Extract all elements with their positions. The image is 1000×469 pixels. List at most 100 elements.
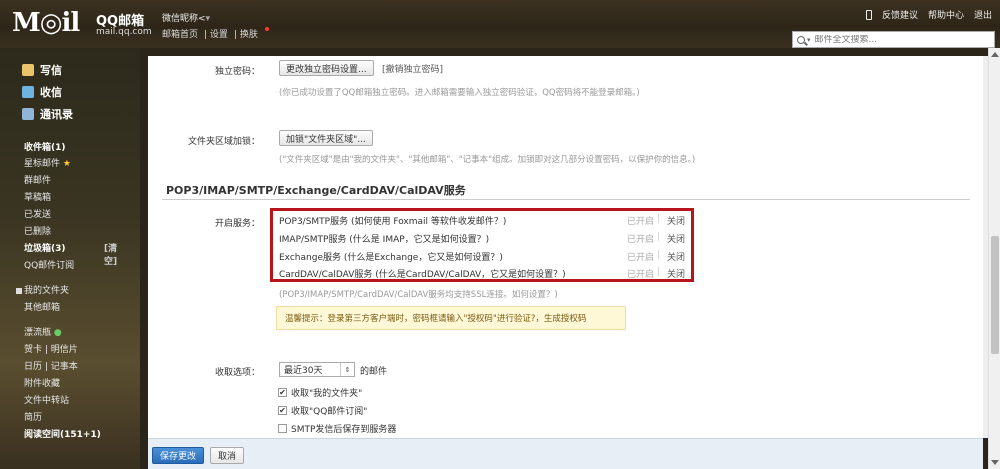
watermark-logo: Bai经验 xyxy=(760,383,879,418)
sidebar-item-group[interactable]: 群邮件 xyxy=(24,173,51,186)
skin-link[interactable]: 换肤 xyxy=(240,27,275,40)
section-divider xyxy=(162,199,970,200)
sidebar-item-calendar[interactable]: 日历 | 记事本 xyxy=(24,359,78,372)
folder-lock-label: 文件夹区域加锁： xyxy=(187,137,260,147)
sidebar-item-other-mailbox[interactable]: 其他邮箱 xyxy=(24,300,60,313)
logo-domain: mail.qq.com xyxy=(96,27,152,37)
service-status: 已开启 xyxy=(627,270,655,280)
sidebar-item-sent[interactable]: 已发送 xyxy=(24,207,51,220)
pencil-icon xyxy=(22,64,34,76)
sidebar-item-resume[interactable]: 简历 xyxy=(24,410,42,423)
sidebar: 写信 收信 通讯录 收件箱(1) 星标邮件 ★ 群邮件 草稿箱 已发送 已删除 … xyxy=(0,48,140,469)
sidebar-item-drift-bottle[interactable]: 漂流瓶 ● xyxy=(24,325,62,338)
check-subscription[interactable]: ✔ 收取"QQ邮件订阅" xyxy=(278,404,367,417)
contacts-label: 通讯录 xyxy=(40,108,73,121)
sidebar-item-reading[interactable]: 阅读空间(151+1) xyxy=(24,427,101,440)
top-right-links: 反馈建议 帮助中心 退出 xyxy=(865,8,992,21)
change-password-button[interactable]: 更改独立密码设置... xyxy=(279,60,374,76)
service-status: 已开启 xyxy=(627,217,655,227)
user-links: 邮箱首页 | 设置 | 换肤 xyxy=(162,27,281,40)
action-bar: 保存更改 取消 xyxy=(148,438,983,469)
service-close-link[interactable]: 关闭 xyxy=(667,214,685,227)
service-close-link[interactable]: 关闭 xyxy=(667,232,685,245)
search-box[interactable]: ▾ xyxy=(792,31,995,48)
service-close-link[interactable]: 关闭 xyxy=(667,267,685,280)
logout-link[interactable]: 退出 xyxy=(974,8,992,21)
scroll-thumb[interactable] xyxy=(991,236,999,354)
compose-button[interactable]: 写信 xyxy=(22,62,62,78)
check-smtp-save[interactable]: SMTP发信后保存到服务器 xyxy=(278,422,396,435)
home-link[interactable]: 邮箱首页 xyxy=(162,30,198,40)
phone-icon[interactable] xyxy=(865,9,872,20)
window-scrollbar[interactable] xyxy=(988,48,1000,469)
receive-period-select[interactable]: 最近30天 ⇕ xyxy=(279,362,355,377)
ssl-hint[interactable]: (POP3/IMAP/SMTP/CardDAV/CalDAV服务均支持SSL连接… xyxy=(279,288,558,300)
sidebar-item-spam[interactable]: 垃圾箱(3) [清空] xyxy=(24,241,117,267)
watermark-url: jingyan.baidu.com xyxy=(766,417,886,432)
revoke-password-link[interactable]: [撤销独立密码] xyxy=(382,62,443,75)
drop-icon: ● xyxy=(53,328,62,338)
folder-lock-button[interactable]: 加锁"文件夹区域"... xyxy=(279,130,373,146)
updown-arrow-icon[interactable]: ⇕ xyxy=(340,363,354,376)
sidebar-item-drafts[interactable]: 草稿箱 xyxy=(24,190,51,203)
mail-logo[interactable]: M◎il xyxy=(12,8,80,38)
services-highlight-box: POP3/SMTP服务 (如何使用 Foxmail 等软件收发邮件？) 已开启 … xyxy=(270,208,694,282)
inbox-icon xyxy=(22,86,34,98)
help-link[interactable]: 帮助中心 xyxy=(928,8,964,21)
save-button[interactable]: 保存更改 xyxy=(152,447,205,464)
scroll-up-icon[interactable] xyxy=(991,52,999,57)
select-value: 最近30天 xyxy=(284,366,323,376)
separator: | xyxy=(657,267,661,277)
check-my-folders[interactable]: ✔ 收取"我的文件夹" xyxy=(278,386,362,399)
checkbox-label: 收取"QQ邮件订阅" xyxy=(291,407,368,417)
service-status: 已开启 xyxy=(627,253,655,263)
service-name[interactable]: Exchange服务 (什么是Exchange，它又是如何设置？) xyxy=(279,250,503,263)
sidebar-item-starred[interactable]: 星标邮件 ★ xyxy=(24,156,71,169)
receive-button[interactable]: 收信 xyxy=(22,84,62,100)
feedback-link[interactable]: 反馈建议 xyxy=(882,8,918,21)
receive-suffix: 的邮件 xyxy=(360,367,388,377)
separator: | xyxy=(657,250,661,260)
notify-dot-icon xyxy=(264,27,269,31)
contacts-button[interactable]: 通讯录 xyxy=(22,106,73,122)
star-icon: ★ xyxy=(62,159,71,169)
services-label: 开启服务： xyxy=(214,219,260,229)
sidebar-item-cards[interactable]: 贺卡 | 明信片 xyxy=(24,342,78,355)
auth-code-tip[interactable]: 温馨提示：登录第三方客户端时，密码框请输入"授权码"进行验证?，生成授权码 xyxy=(276,306,626,330)
checkbox[interactable]: ✔ xyxy=(278,406,287,415)
checkbox-label: SMTP发信后保存到服务器 xyxy=(291,425,397,435)
sidebar-item-subscription[interactable]: QQ邮件订阅 xyxy=(24,258,74,271)
clear-spam-link[interactable]: [清空] xyxy=(104,241,117,267)
chevron-down-icon[interactable]: ▾ xyxy=(807,36,811,44)
sidebar-item-inbox[interactable]: 收件箱(1) xyxy=(24,140,66,153)
settings-link[interactable]: 设置 xyxy=(210,30,228,40)
service-name[interactable]: POP3/SMTP服务 (如何使用 Foxmail 等软件收发邮件？) xyxy=(279,214,506,227)
cancel-button[interactable]: 取消 xyxy=(210,447,245,464)
folder-lock-hint: ("文件夹区域"是由"我的文件夹"、"其他邮箱"、"记事本"组成。加锁即对这几部… xyxy=(279,155,696,165)
scroll-down-icon[interactable] xyxy=(991,460,999,465)
sidebar-item-attachments[interactable]: 附件收藏 xyxy=(24,376,60,389)
search-input[interactable] xyxy=(814,34,985,45)
service-name[interactable]: CardDAV/CalDAV服务 (什么是CardDAV/CalDAV，它又是如… xyxy=(279,267,566,280)
independent-password-label: 独立密码： xyxy=(214,67,260,77)
sidebar-item-file-transfer[interactable]: 文件中转站 xyxy=(24,393,69,406)
separator: | xyxy=(657,232,661,242)
service-name[interactable]: IMAP/SMTP服务 (什么是 IMAP，它又是如何设置？) xyxy=(279,232,489,245)
contacts-icon xyxy=(22,108,34,120)
search-icon[interactable] xyxy=(797,35,805,44)
sidebar-item-deleted[interactable]: 已删除 xyxy=(24,224,51,237)
receive-options-label: 收取选项： xyxy=(214,368,260,378)
sidebar-item-my-folders[interactable]: 我的文件夹 xyxy=(16,283,69,296)
user-name[interactable]: 微信昵称<▾ xyxy=(162,11,210,24)
baidu-watermark: Bai经验 jingyan.baidu.com xyxy=(760,375,886,432)
top-header: M◎il QQ邮箱 mail.qq.com 微信昵称<▾ 邮箱首页 | 设置 | 换… xyxy=(0,0,1000,48)
section-title: POP3/IMAP/SMTP/Exchange/CardDAV/CalDAV服务 xyxy=(166,184,466,197)
separator: | xyxy=(657,214,661,224)
service-status: 已开启 xyxy=(627,235,655,245)
independent-password-hint: (你已成功设置了QQ邮箱独立密码。进入邮箱需要输入独立密码验证，QQ密码将不能登… xyxy=(279,88,640,98)
checkbox[interactable] xyxy=(278,424,287,433)
service-close-link[interactable]: 关闭 xyxy=(667,250,685,263)
checkbox[interactable]: ✔ xyxy=(278,388,287,397)
expand-icon[interactable] xyxy=(16,287,22,294)
checkbox-label: 收取"我的文件夹" xyxy=(291,389,363,399)
